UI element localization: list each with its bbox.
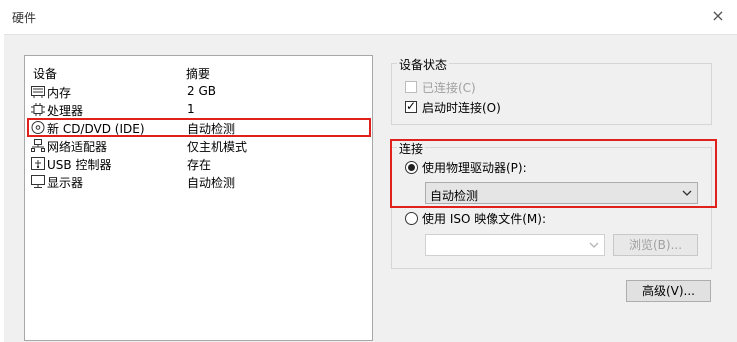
use-iso-image-radio[interactable]	[405, 212, 418, 225]
device-summary: 自动检测	[187, 176, 236, 190]
device-row-network-adapter[interactable]: 网络适配器 仅主机模式	[30, 137, 368, 155]
iso-path-combo[interactable]	[425, 234, 605, 256]
check-mark-icon: ✓	[406, 99, 417, 113]
column-header-device[interactable]: 设备	[33, 65, 57, 82]
connected-label: 已连接(C)	[422, 81, 476, 95]
device-summary: 2 GB	[187, 84, 216, 98]
network-adapter-icon	[31, 139, 45, 152]
usb-icon	[31, 157, 45, 170]
connect-at-power-on-checkbox[interactable]: ✓	[405, 99, 417, 113]
device-row-display[interactable]: 显示器 自动检测	[30, 173, 368, 191]
browse-button[interactable]: 浏览(B)...	[613, 234, 698, 256]
device-name: 网络适配器	[47, 140, 108, 154]
device-summary: 1	[187, 102, 195, 116]
advanced-button[interactable]: 高级(V)...	[626, 280, 711, 302]
connection-highlight	[390, 139, 717, 208]
device-row-processor[interactable]: 处理器 1	[30, 101, 368, 119]
device-name: USB 控制器	[47, 158, 112, 172]
device-name: 处理器	[47, 104, 84, 118]
device-list[interactable]: 设备 摘要 内存 2 GB 处理器 1 新 CD/DVD (IDE) 自动检测	[24, 55, 373, 341]
device-summary: 仅主机模式	[187, 140, 248, 154]
processor-icon	[31, 103, 45, 116]
device-row-memory[interactable]: 内存 2 GB	[30, 83, 368, 101]
close-icon[interactable]: ×	[708, 6, 728, 26]
device-status-label: 设备状态	[397, 56, 450, 73]
connected-checkbox[interactable]	[405, 81, 417, 93]
device-name: 显示器	[47, 176, 84, 190]
window-title: 硬件	[12, 11, 37, 25]
device-summary: 存在	[187, 158, 212, 172]
use-iso-image-label: 使用 ISO 映像文件(M):	[422, 212, 546, 226]
device-name: 内存	[47, 86, 72, 100]
selection-highlight	[27, 118, 371, 137]
title-bar	[0, 0, 737, 34]
memory-icon	[31, 86, 45, 98]
column-header-summary[interactable]: 摘要	[186, 65, 210, 82]
chevron-down-icon	[589, 242, 599, 248]
device-row-usb-controller[interactable]: USB 控制器 存在	[30, 155, 368, 173]
connect-at-power-on-label: 启动时连接(O)	[422, 101, 501, 115]
monitor-icon	[31, 175, 45, 188]
